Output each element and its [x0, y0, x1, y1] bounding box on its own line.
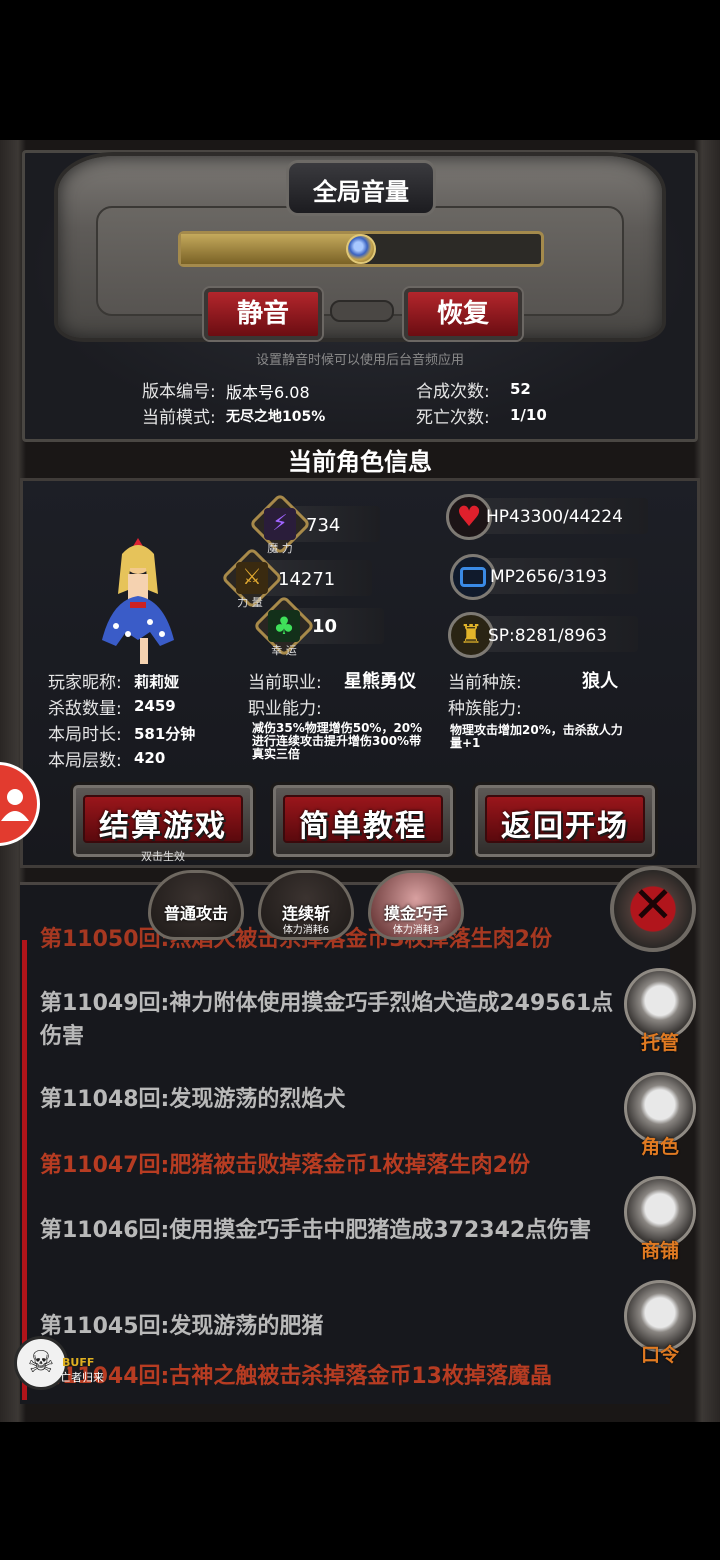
auto-play-label[interactable]: 托管: [624, 1028, 696, 1055]
settle-game-sub: 双击生效: [141, 850, 185, 863]
skill-gold-touch-cost: 体力消耗3: [392, 925, 440, 936]
job-label: 当前职业:: [248, 673, 322, 693]
kills-value: 2459: [134, 697, 176, 715]
role-label[interactable]: 角色: [624, 1132, 696, 1159]
craft-count-label: 合成次数:: [416, 382, 490, 402]
log-line-6: 第11044回:古神之触被击杀掉落金币13枚掉落魔晶: [40, 1364, 552, 1389]
power-value: 14271: [278, 569, 336, 590]
volume-slider-fill: [181, 234, 361, 264]
tutorial-label: 简单教程: [299, 809, 427, 844]
job-ability-text: 减伤35%物理增伤50%，20%进行连续攻击提升增伤300%带真实三倍: [252, 721, 423, 761]
log-line-3: 第11047回:肥猪被击败掉落金币1枚掉落生肉2份: [40, 1153, 530, 1178]
luck-caption: 幸 运: [271, 644, 297, 657]
death-count-label: 死亡次数:: [416, 408, 490, 428]
settle-game-label: 结算游戏: [99, 809, 227, 844]
restore-button[interactable]: 恢复: [404, 288, 522, 340]
clover-icon: ♣: [268, 610, 300, 642]
log-line-4: 第11046回:使用摸金巧手击中肥猪造成372342点伤害: [40, 1218, 592, 1243]
race-label: 当前种族:: [448, 673, 522, 693]
job-value: 星熊勇仪: [344, 671, 416, 692]
return-start-button[interactable]: 返回开场: [472, 782, 658, 860]
mp-value: MP2656/3193: [490, 567, 608, 587]
log-line-1: 第11049回:神力附体使用摸金巧手烈焰犬造成249561点伤害: [40, 991, 614, 1049]
mode-value: 无尽之地105%: [226, 409, 326, 425]
skill-combo-slash-cost: 体力消耗6: [282, 925, 330, 936]
power-caption: 力 量: [237, 596, 263, 609]
kills-label: 杀敌数量:: [48, 699, 122, 719]
buff-name: 亡者归来: [60, 1371, 104, 1384]
luck-value: 10: [312, 616, 338, 637]
character-info-header: 当前角色信息: [288, 448, 432, 476]
magic-value: 734: [306, 515, 341, 536]
code-label[interactable]: 口令: [624, 1340, 696, 1367]
nickname-value: 莉莉娅: [134, 673, 180, 691]
version-value: 版本号6.08: [226, 383, 310, 402]
return-start-label: 返回开场: [501, 809, 629, 844]
race-value: 狼人: [582, 671, 618, 692]
sword-icon: ⚔: [236, 562, 268, 594]
tutorial-button[interactable]: 简单教程: [270, 782, 456, 860]
user-icon: [1, 789, 29, 821]
magic-icon: ⚡: [264, 508, 296, 540]
death-count-value: 1/10: [510, 406, 547, 424]
mode-label: 当前模式:: [142, 408, 216, 428]
time-label: 本局时长:: [48, 725, 122, 745]
left-log-rail: [22, 940, 27, 1400]
hp-value: HP43300/44224: [486, 507, 623, 527]
buff-title: BUFF: [62, 1356, 95, 1369]
race-ability-text: 物理攻击增加20%，击杀敌人力量+1: [450, 723, 623, 750]
shop-label[interactable]: 商铺: [624, 1236, 696, 1263]
time-value: 581分钟: [134, 725, 196, 743]
mute-hint-text: 设置静音时候可以使用后台音频应用: [255, 353, 464, 368]
version-label: 版本编号:: [142, 382, 216, 402]
skill-normal-attack-name: 普通攻击: [163, 904, 228, 923]
volume-slider-knob[interactable]: [346, 234, 376, 264]
volume-title: 全局音量: [313, 178, 409, 206]
close-icon: ✕: [632, 876, 674, 934]
magic-caption: 魔 力: [267, 542, 293, 555]
job-ability-label: 职业能力:: [248, 699, 322, 719]
log-line-5: 第11045回:发现游荡的肥猪: [40, 1314, 324, 1339]
ornament-divider: [330, 300, 394, 322]
floor-value: 420: [134, 749, 166, 767]
race-ability-label: 种族能力:: [448, 699, 522, 719]
log-line-2: 第11048回:发现游荡的烈焰犬: [40, 1087, 346, 1112]
craft-count-value: 52: [510, 380, 531, 398]
mute-button[interactable]: 静音: [204, 288, 322, 340]
floor-label: 本局层数:: [48, 751, 122, 771]
sp-value: SP:8281/8963: [488, 626, 608, 646]
character-sprite: [102, 538, 174, 664]
nickname-label: 玩家昵称:: [48, 673, 122, 693]
